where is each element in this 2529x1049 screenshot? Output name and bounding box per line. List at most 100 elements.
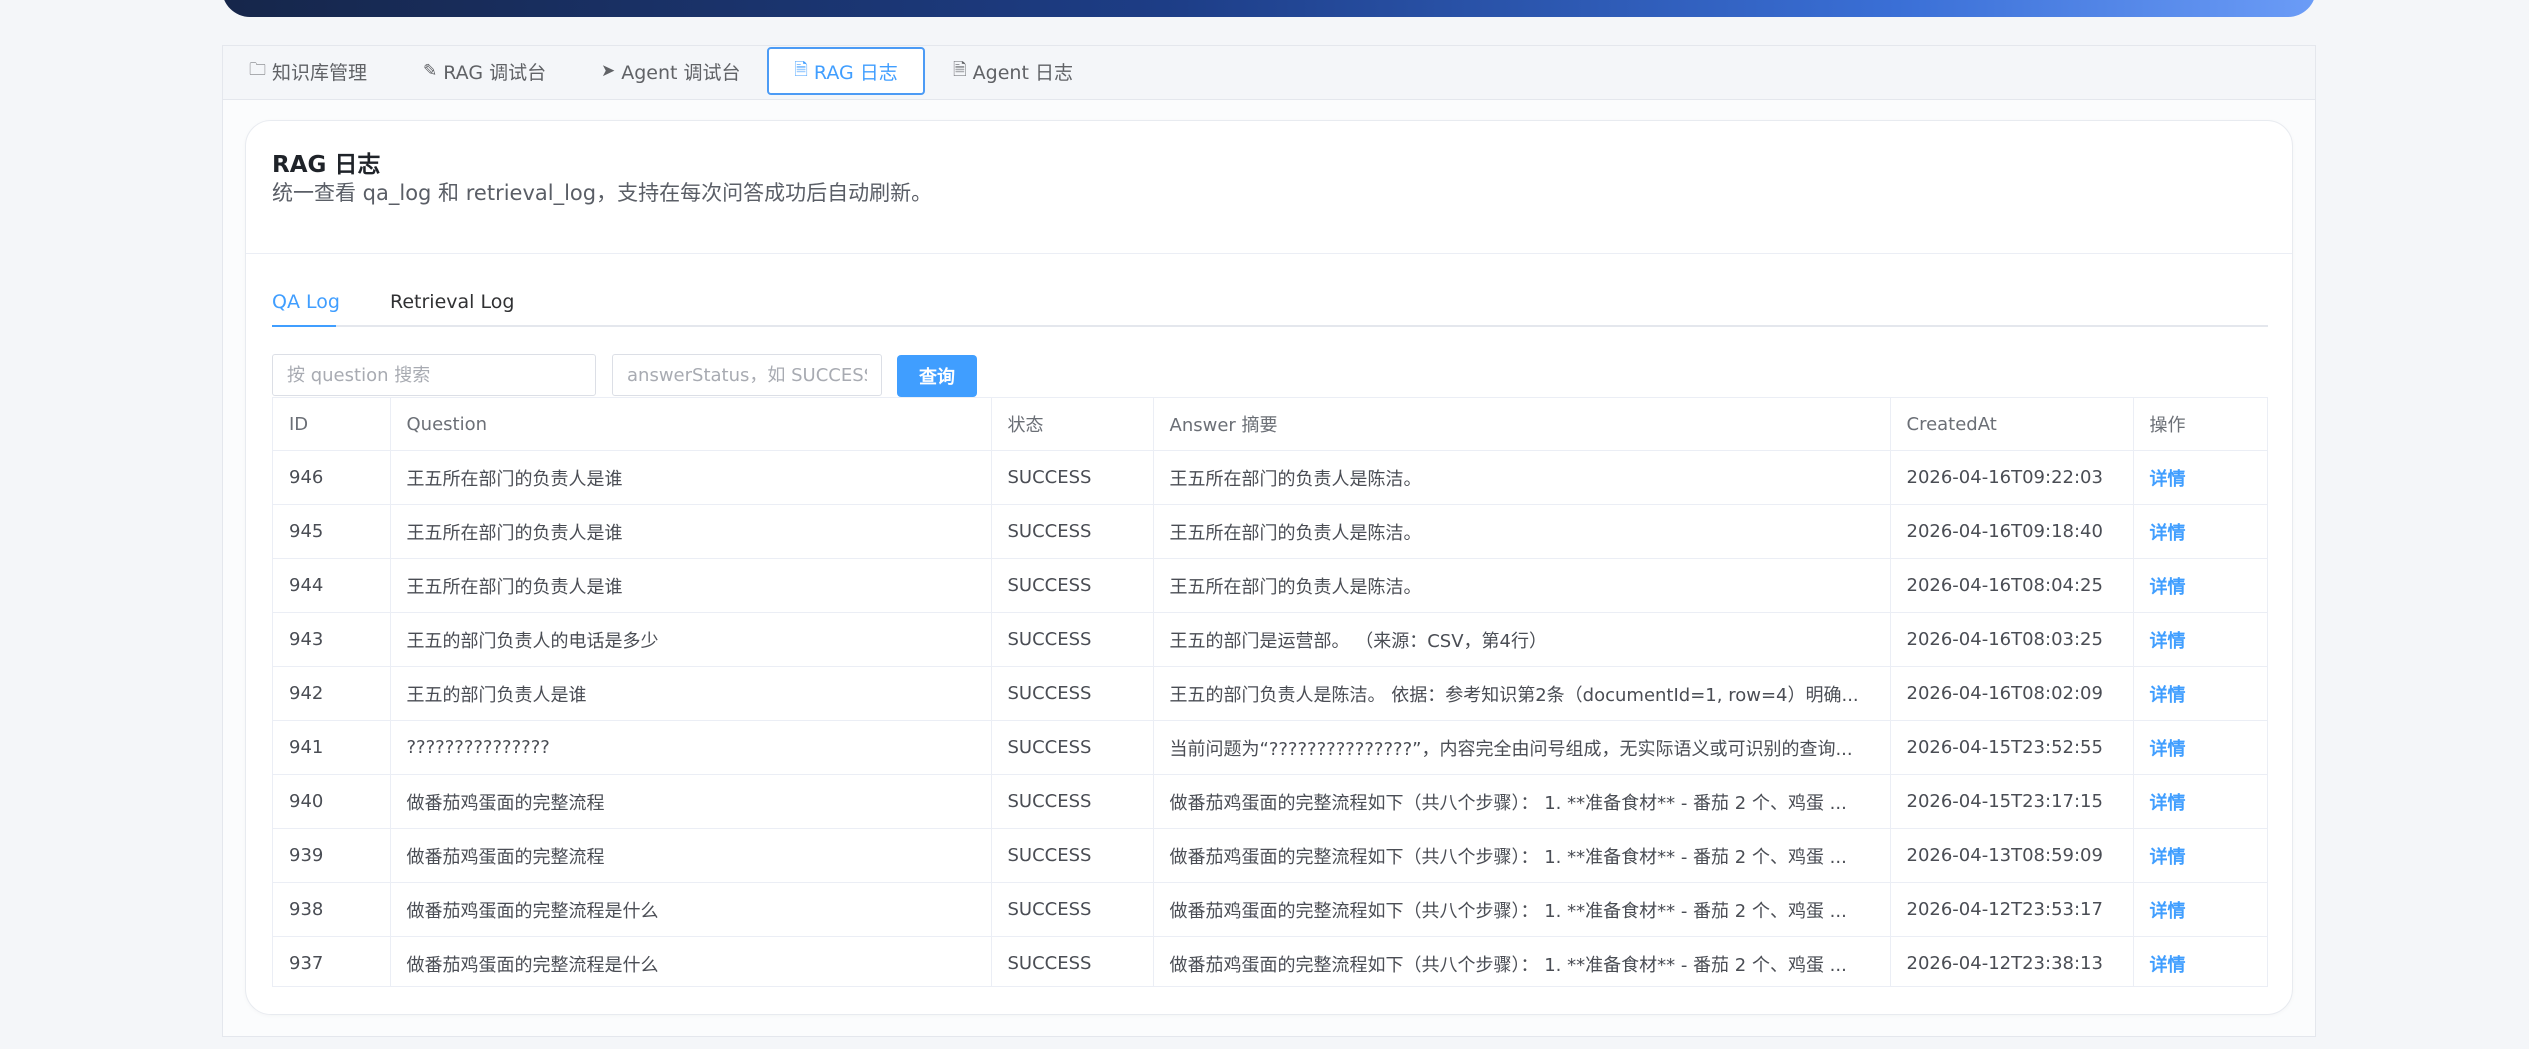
tab-label: Agent 调试台 xyxy=(621,61,741,84)
table-row: 946 王五所在部门的负责人是谁 SUCCESS 王五所在部门的负责人是陈洁。 2026… xyxy=(273,450,2267,505)
log-subtabs: QA Log Retrieval Log xyxy=(272,291,2268,327)
cell-created: 2026-04-15T23:17:15 xyxy=(1890,774,2134,829)
cell-question: 做番茄鸡蛋面的完整流程是什么 xyxy=(390,882,992,937)
tab-label: Agent 日志 xyxy=(972,61,1073,84)
detail-link[interactable]: 详情 xyxy=(2133,450,2267,505)
cell-answer: 当前问题为“???????????????”，内容完全由问号组成，无实际语义或可… xyxy=(1153,720,1891,775)
cell-id: 945 xyxy=(273,504,391,559)
cell-answer: 王五所在部门的负责人是陈洁。 xyxy=(1153,450,1891,505)
detail-link[interactable]: 详情 xyxy=(2133,882,2267,937)
card-header: RAG 日志 统一查看 qa_log 和 retrieval_log，支持在每次… xyxy=(246,121,2292,254)
page-title: RAG 日志 xyxy=(272,152,381,178)
question-search-input[interactable] xyxy=(272,354,596,396)
table-header-row: ID Question 状态 Answer 摘要 CreatedAt 操作 xyxy=(273,398,2267,451)
cell-id: 940 xyxy=(273,774,391,829)
tab-agent-log[interactable]: 🗎 Agent 日志 xyxy=(953,47,1073,95)
qa-log-table: ID Question 状态 Answer 摘要 CreatedAt 操作 94… xyxy=(272,397,2268,987)
detail-link[interactable]: 详情 xyxy=(2133,720,2267,775)
cell-created: 2026-04-13T08:59:09 xyxy=(1890,828,2134,883)
cell-created: 2026-04-12T23:38:13 xyxy=(1890,936,2134,986)
top-banner xyxy=(222,0,2316,17)
cell-status: SUCCESS xyxy=(991,666,1154,721)
cell-answer: 王五所在部门的负责人是陈洁。 xyxy=(1153,504,1891,559)
cell-answer: 王五的部门负责人是陈洁。 依据：参考知识第2条（documentId=1, ro… xyxy=(1153,666,1891,721)
cell-id: 937 xyxy=(273,936,391,986)
cell-answer: 王五的部门是运营部。 （来源：CSV，第4行） xyxy=(1153,612,1891,667)
tab-knowledge-base[interactable]: 🗀 知识库管理 xyxy=(249,47,367,95)
cell-question: 做番茄鸡蛋面的完整流程 xyxy=(390,774,992,829)
cell-status: SUCCESS xyxy=(991,882,1154,937)
table-row: 944 王五所在部门的负责人是谁 SUCCESS 王五所在部门的负责人是陈洁。 2026… xyxy=(273,558,2267,613)
query-button[interactable]: 查询 xyxy=(897,355,977,397)
detail-link[interactable]: 详情 xyxy=(2133,828,2267,883)
detail-link[interactable]: 详情 xyxy=(2133,666,2267,721)
table-row: 945 王五所在部门的负责人是谁 SUCCESS 王五所在部门的负责人是陈洁。 2026… xyxy=(273,504,2267,559)
cell-created: 2026-04-16T08:04:25 xyxy=(1890,558,2134,613)
cell-id: 942 xyxy=(273,666,391,721)
cell-id: 939 xyxy=(273,828,391,883)
table-row: 942 王五的部门负责人是谁 SUCCESS 王五的部门负责人是陈洁。 依据：参考知识… xyxy=(273,666,2267,721)
detail-link[interactable]: 详情 xyxy=(2133,558,2267,613)
col-header-created: CreatedAt xyxy=(1890,398,2134,451)
active-tab-indicator xyxy=(272,325,336,327)
cell-status: SUCCESS xyxy=(991,504,1154,559)
tab-bar: 🗀 知识库管理 ✎ RAG 调试台 ➤ Agent 调试台 🗎 RAG 日志 🗎… xyxy=(223,46,2315,100)
cell-created: 2026-04-15T23:52:55 xyxy=(1890,720,2134,775)
detail-link[interactable]: 详情 xyxy=(2133,774,2267,829)
tab-agent-console[interactable]: ➤ Agent 调试台 xyxy=(601,47,741,95)
rag-log-card: RAG 日志 统一查看 qa_log 和 retrieval_log，支持在每次… xyxy=(245,120,2293,1015)
cell-id: 944 xyxy=(273,558,391,613)
detail-link[interactable]: 详情 xyxy=(2133,612,2267,667)
table-row: 940 做番茄鸡蛋面的完整流程 SUCCESS 做番茄鸡蛋面的完整流程如下（共八个步骤… xyxy=(273,774,2267,829)
tab-rag-log[interactable]: 🗎 RAG 日志 xyxy=(767,47,925,95)
table-row: 941??????????????? SUCCESS 当前问题为“?????????… xyxy=(273,720,2267,775)
cell-created: 2026-04-16T08:03:25 xyxy=(1890,612,2134,667)
cell-created: 2026-04-16T08:02:09 xyxy=(1890,666,2134,721)
col-header-id: ID xyxy=(273,398,391,451)
tab-label: RAG 调试台 xyxy=(443,61,547,84)
main-panel: 🗀 知识库管理 ✎ RAG 调试台 ➤ Agent 调试台 🗎 RAG 日志 🗎… xyxy=(222,45,2316,1037)
tab-label: 知识库管理 xyxy=(272,61,368,84)
cell-answer: 做番茄鸡蛋面的完整流程如下（共八个步骤）： 1. **准备食材** - 番茄 2… xyxy=(1153,882,1891,937)
cell-answer: 做番茄鸡蛋面的完整流程如下（共八个步骤）： 1. **准备食材** - 番茄 2… xyxy=(1153,936,1891,986)
cell-question: 王五所在部门的负责人是谁 xyxy=(390,504,992,559)
cell-status: SUCCESS xyxy=(991,720,1154,775)
cell-status: SUCCESS xyxy=(991,828,1154,883)
cell-created: 2026-04-16T09:18:40 xyxy=(1890,504,2134,559)
detail-link[interactable]: 详情 xyxy=(2133,936,2267,986)
cell-created: 2026-04-16T09:22:03 xyxy=(1890,450,2134,505)
table-row: 943 王五的部门负责人的电话是多少 SUCCESS 王五的部门是运营部。 （来源：C… xyxy=(273,612,2267,667)
tab-rag-console[interactable]: ✎ RAG 调试台 xyxy=(423,47,546,95)
edit-icon: ✎ xyxy=(423,61,438,81)
cell-id: 941 xyxy=(273,720,391,775)
subtab-qa-log[interactable]: QA Log xyxy=(272,291,340,325)
cell-question: 王五所在部门的负责人是谁 xyxy=(390,450,992,505)
table-row: 939 做番茄鸡蛋面的完整流程 SUCCESS 做番茄鸡蛋面的完整流程如下（共八个步骤… xyxy=(273,828,2267,883)
document-icon: 🗎 xyxy=(794,59,808,80)
col-header-answer: Answer 摘要 xyxy=(1153,398,1891,451)
cell-status: SUCCESS xyxy=(991,612,1154,667)
cell-answer: 王五所在部门的负责人是陈洁。 xyxy=(1153,558,1891,613)
detail-link[interactable]: 详情 xyxy=(2133,504,2267,559)
folder-icon: 🗀 xyxy=(249,59,266,80)
col-header-question: Question xyxy=(390,398,992,451)
cell-status: SUCCESS xyxy=(991,558,1154,613)
cell-status: SUCCESS xyxy=(991,936,1154,986)
cell-question: 王五的部门负责人是谁 xyxy=(390,666,992,721)
cell-question: 王五所在部门的负责人是谁 xyxy=(390,558,992,613)
answer-status-input[interactable] xyxy=(612,354,882,396)
cell-status: SUCCESS xyxy=(991,450,1154,505)
cell-question: ??????????????? xyxy=(390,720,992,775)
col-header-action: 操作 xyxy=(2133,398,2267,451)
cell-question: 做番茄鸡蛋面的完整流程 xyxy=(390,828,992,883)
cell-question: 王五的部门负责人的电话是多少 xyxy=(390,612,992,667)
document-icon: 🗎 xyxy=(953,59,967,80)
cell-created: 2026-04-12T23:53:17 xyxy=(1890,882,2134,937)
col-header-status: 状态 xyxy=(991,398,1154,451)
table-row: 937 做番茄鸡蛋面的完整流程是什么 SUCCESS 做番茄鸡蛋面的完整流程如下（共八… xyxy=(273,936,2267,986)
send-icon: ➤ xyxy=(601,61,616,81)
cell-status: SUCCESS xyxy=(991,774,1154,829)
subtab-retrieval-log[interactable]: Retrieval Log xyxy=(390,291,514,325)
cell-answer: 做番茄鸡蛋面的完整流程如下（共八个步骤）： 1. **准备食材** - 番茄 2… xyxy=(1153,774,1891,829)
page-subtitle: 统一查看 qa_log 和 retrieval_log，支持在每次问答成功后自动… xyxy=(272,181,933,205)
